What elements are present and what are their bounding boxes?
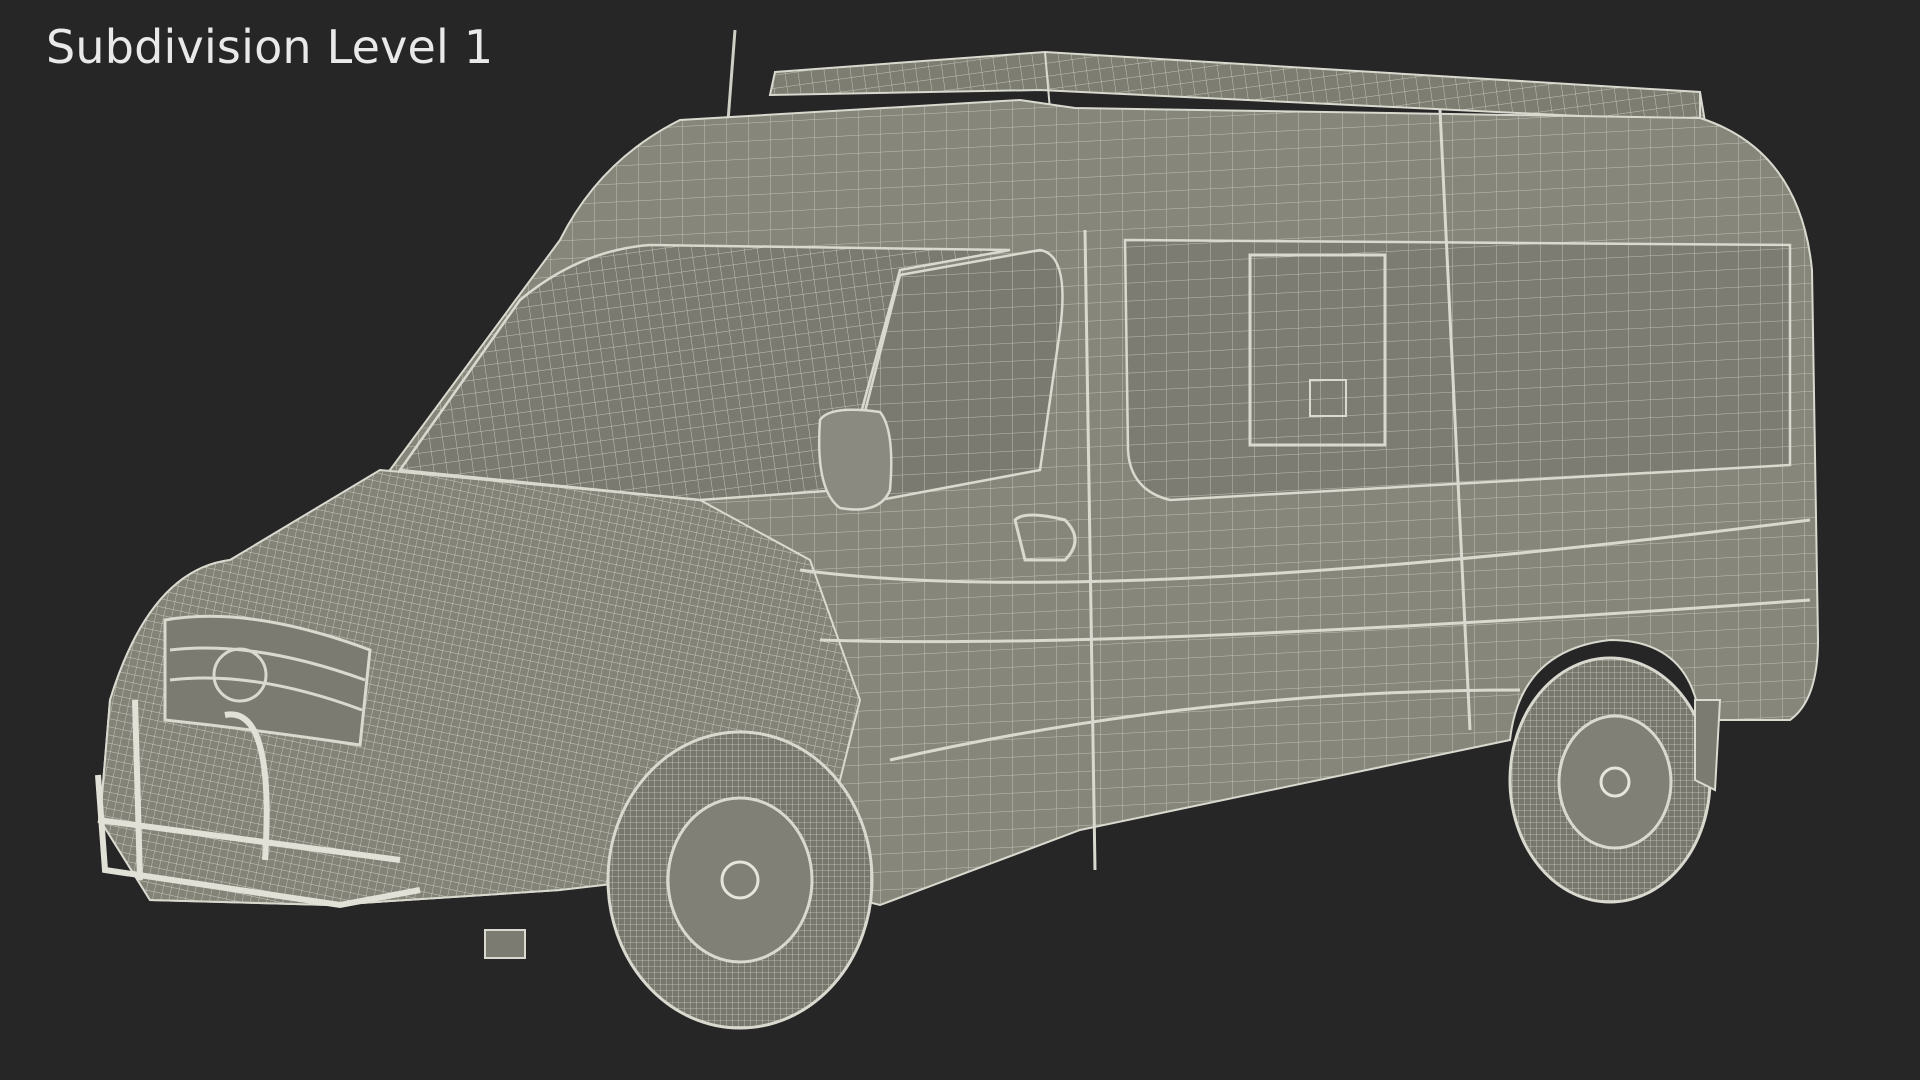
render-viewport: Subdivision Level 1 [0,0,1920,1080]
rear-wheel [1508,656,1712,904]
rear-mudflap [1694,699,1722,792]
side-mirror [817,408,893,511]
front-wheel [606,730,874,1030]
subdivision-level-label: Subdivision Level 1 [46,20,494,74]
van-wireframe-render [95,29,1820,1030]
front-mudflap [484,929,526,959]
